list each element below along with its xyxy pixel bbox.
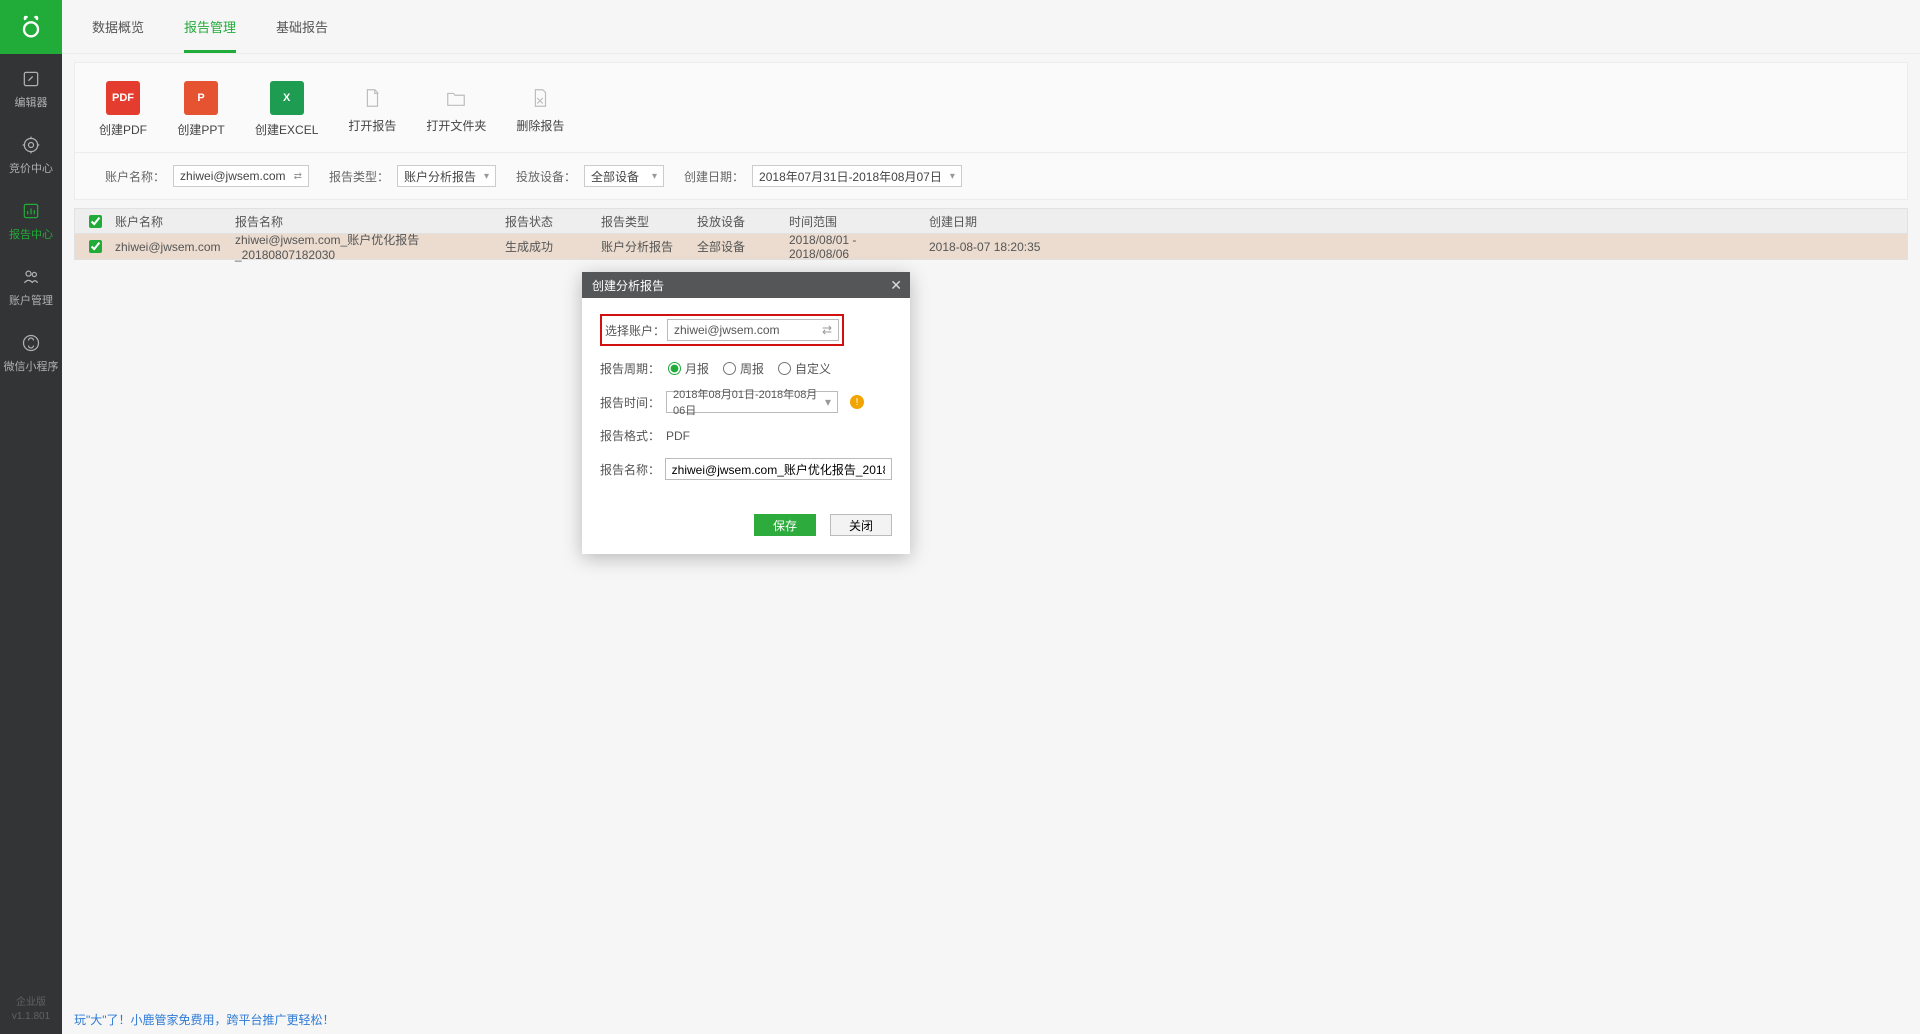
- filter-bar: 账户名称： zhiwei@jwsem.com⇄ 报告类型： 账户分析报告▾ 投放…: [74, 152, 1908, 200]
- sidebar-item-label: 微信小程序: [4, 358, 59, 374]
- cell-status: 生成成功: [495, 238, 591, 255]
- sidebar-item-label: 报告中心: [9, 226, 53, 242]
- swap-icon: ⇄: [822, 323, 832, 337]
- tab-report-mgmt[interactable]: 报告管理: [184, 17, 236, 53]
- report-name-input[interactable]: [665, 458, 892, 480]
- select-account-label: 选择账户：: [605, 322, 667, 339]
- col-range: 时间范围: [779, 213, 919, 230]
- folder-icon: [443, 85, 469, 111]
- radio-custom[interactable]: 自定义: [778, 360, 831, 377]
- report-time-label: 报告时间：: [600, 394, 662, 411]
- filter-date-label: 创建日期：: [684, 168, 744, 185]
- filter-account-label: 账户名称：: [105, 168, 165, 185]
- cell-account: zhiwei@jwsem.com: [105, 240, 225, 254]
- report-time-dropdown[interactable]: 2018年08月01日-2018年08月06日 ▾: [666, 391, 838, 413]
- chevron-down-icon: ▾: [484, 171, 489, 182]
- sidebar-item-label: 账户管理: [9, 292, 53, 308]
- col-type: 报告类型: [591, 213, 687, 230]
- cell-range: 2018/08/01 - 2018/08/06: [779, 233, 919, 261]
- delete-report-button[interactable]: 删除报告: [516, 85, 564, 134]
- tool-label: 创建PPT: [177, 121, 224, 138]
- sidebar-item-label: 编辑器: [15, 94, 48, 110]
- edition-label: 企业版: [0, 996, 62, 1010]
- pdf-icon: PDF: [106, 81, 140, 115]
- filter-device-select[interactable]: 全部设备▾: [584, 165, 664, 187]
- filter-date-select[interactable]: 2018年07月31日-2018年08月07日▾: [752, 165, 962, 187]
- edit-icon: [20, 68, 42, 90]
- create-report-dialog: 创建分析报告 ✕ 选择账户： zhiwei@jwsem.com ⇄ 报告周期： …: [582, 272, 910, 554]
- dialog-close-icon[interactable]: ✕: [890, 277, 902, 294]
- filter-device-label: 投放设备：: [516, 168, 576, 185]
- sidebar-item-label: 竞价中心: [9, 160, 53, 176]
- ppt-icon: P: [184, 81, 218, 115]
- tool-label: 创建PDF: [99, 121, 147, 138]
- version-label: v1.1.801: [0, 1010, 62, 1024]
- excel-icon: X: [270, 81, 304, 115]
- tab-basic-report[interactable]: 基础报告: [276, 17, 328, 53]
- report-name-label: 报告名称：: [600, 461, 661, 478]
- file-icon: [359, 85, 385, 111]
- sidebar-item-account-mgmt[interactable]: 账户管理: [0, 252, 62, 318]
- main-area: 数据概览 报告管理 基础报告 PDF 创建PDF P 创建PPT X 创建EXC…: [62, 0, 1920, 1034]
- sidebar-item-report[interactable]: 报告中心: [0, 186, 62, 252]
- sidebar-item-wechat-miniapp[interactable]: 微信小程序: [0, 318, 62, 384]
- sidebar-item-bidding[interactable]: 竞价中心: [0, 120, 62, 186]
- tool-label: 打开报告: [348, 117, 396, 134]
- create-ppt-button[interactable]: P 创建PPT: [177, 81, 225, 138]
- col-status: 报告状态: [495, 213, 591, 230]
- warning-icon: !: [850, 395, 864, 409]
- tool-label: 创建EXCEL: [255, 121, 318, 138]
- users-icon: [20, 266, 42, 288]
- cell-device: 全部设备: [687, 238, 779, 255]
- save-button[interactable]: 保存: [754, 514, 816, 536]
- col-device: 投放设备: [687, 213, 779, 230]
- cell-report-name: zhiwei@jwsem.com_账户优化报告_20180807182030: [225, 231, 495, 262]
- swap-icon: ⇄: [294, 171, 302, 182]
- chevron-down-icon: ▾: [652, 171, 657, 182]
- close-button[interactable]: 关闭: [830, 514, 892, 536]
- open-folder-button[interactable]: 打开文件夹: [426, 85, 486, 134]
- tool-label: 打开文件夹: [426, 117, 486, 134]
- col-date: 创建日期: [919, 213, 1119, 230]
- create-pdf-button[interactable]: PDF 创建PDF: [99, 81, 147, 138]
- open-report-button[interactable]: 打开报告: [348, 85, 396, 134]
- select-all-checkbox[interactable]: [89, 215, 102, 228]
- select-account-dropdown[interactable]: zhiwei@jwsem.com ⇄: [667, 319, 839, 341]
- link-icon: [20, 332, 42, 354]
- filter-type-select[interactable]: 账户分析报告▾: [397, 165, 496, 187]
- col-report-name: 报告名称: [225, 213, 495, 230]
- toolbar: PDF 创建PDF P 创建PPT X 创建EXCEL 打开报告 打开文件夹: [74, 62, 1908, 152]
- app-logo: [0, 0, 62, 54]
- report-table: 账户名称 报告名称 报告状态 报告类型 投放设备 时间范围 创建日期 zhiwe…: [74, 208, 1908, 260]
- report-period-label: 报告周期：: [600, 360, 662, 377]
- footer-promo-text[interactable]: 玩"大"了！小鹿管家免费用，跨平台推广更轻松！: [74, 1011, 335, 1028]
- sidebar: 编辑器 竞价中心 报告中心 账户管理 微信小程序 企业版 v1.1.801: [0, 0, 62, 1034]
- filter-account-select[interactable]: zhiwei@jwsem.com⇄: [173, 165, 309, 187]
- report-period-radio-group: 月报 周报 自定义: [668, 360, 831, 377]
- row-checkbox[interactable]: [89, 240, 102, 253]
- radio-monthly[interactable]: 月报: [668, 360, 709, 377]
- filter-type-label: 报告类型：: [329, 168, 389, 185]
- chevron-down-icon: ▾: [950, 171, 955, 182]
- tool-label: 删除报告: [516, 117, 564, 134]
- chart-icon: [20, 200, 42, 222]
- dialog-title: 创建分析报告: [592, 277, 664, 294]
- create-excel-button[interactable]: X 创建EXCEL: [255, 81, 318, 138]
- radio-weekly[interactable]: 周报: [723, 360, 764, 377]
- report-format-label: 报告格式：: [600, 427, 662, 444]
- report-format-value: PDF: [666, 429, 690, 443]
- cell-date: 2018-08-07 18:20:35: [919, 240, 1119, 254]
- sidebar-item-editor[interactable]: 编辑器: [0, 54, 62, 120]
- chevron-down-icon: ▾: [825, 395, 831, 409]
- sidebar-footer: 企业版 v1.1.801: [0, 996, 62, 1034]
- col-account: 账户名称: [105, 213, 225, 230]
- table-row[interactable]: zhiwei@jwsem.com zhiwei@jwsem.com_账户优化报告…: [74, 234, 1908, 260]
- top-tabs: 数据概览 报告管理 基础报告: [62, 0, 1920, 54]
- delete-icon: [527, 85, 553, 111]
- tab-overview[interactable]: 数据概览: [92, 17, 144, 53]
- dialog-header: 创建分析报告 ✕: [582, 272, 910, 298]
- cell-type: 账户分析报告: [591, 238, 687, 255]
- target-icon: [20, 134, 42, 156]
